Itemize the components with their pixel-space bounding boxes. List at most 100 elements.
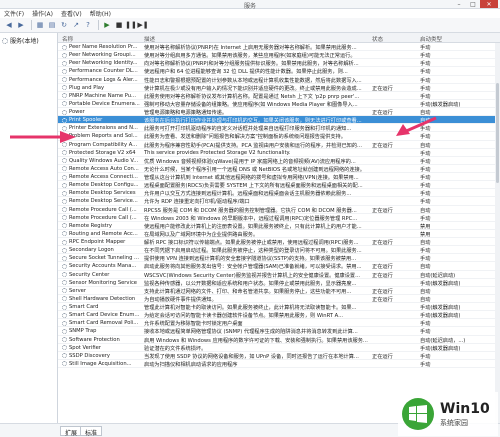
forward-icon[interactable]: ▶: [16, 20, 26, 30]
service-name: Performance Counter DL...: [69, 68, 138, 75]
service-description: 提供使用 VPN 连接到远程计算机的安全套接字隧道协议(SSTP)的支持。如果该…: [144, 256, 357, 263]
table-row[interactable]: Secure Socket Tunneling ... 提供使用 VPN 连接到远…: [58, 254, 500, 263]
scrollbar-thumb[interactable]: [496, 83, 499, 183]
stop-icon[interactable]: ■: [114, 20, 124, 30]
service-gear-icon: [62, 345, 67, 351]
service-gear-icon: [62, 52, 67, 58]
table-row[interactable]: Remote Desktop Services 允许用户以交互方式连接到远程计算机…: [58, 189, 500, 198]
service-startup-type: 自动: [420, 110, 431, 116]
service-description: RPCSS 服务是 COM 和 DCOM 服务器的服务控制管理器。它执行 COM…: [144, 207, 357, 214]
table-row[interactable]: Portable Device Enumera... 强制可移动大容量存储设备的组…: [58, 100, 500, 108]
pause-icon[interactable]: ❚❚: [125, 20, 137, 30]
table-row[interactable]: RPC Endpoint Mapper 解析 RPC 接口标识符以传输端点。如果此…: [58, 238, 500, 247]
table-row[interactable]: Power 管理电源策略和电源策略通知传递。 正在运行 自动: [58, 108, 500, 117]
service-gear-icon: [62, 158, 67, 164]
table-row[interactable]: Performance Counter DL... 使远程用户和 64 位进程能够…: [58, 67, 500, 76]
vertical-scrollbar[interactable]: [495, 43, 500, 423]
service-description: 接收本地或远程简单网络管理协议 (SNMP) 代理程序生成的陷阱消息并将消息转发…: [144, 329, 358, 336]
properties-icon[interactable]: ▤: [47, 20, 57, 30]
maximize-icon[interactable]: □: [466, 0, 480, 8]
table-row[interactable]: Quality Windows Audio V... 优质 Windows 音频视…: [58, 157, 500, 165]
table-row[interactable]: Security Center WSCSVC(Windows Security C…: [58, 271, 500, 279]
menu-view[interactable]: 查看(V): [61, 9, 82, 18]
back-icon[interactable]: ◀: [4, 20, 14, 30]
table-row[interactable]: Protected Storage V2 x64 This service pro…: [58, 149, 500, 157]
table-row[interactable]: SNMP Trap 接收本地或远程简单网络管理协议 (SNMP) 代理程序生成的陷…: [58, 327, 500, 336]
table-row[interactable]: Spot Verifier 验证潜在的文件系统损坏。 手动(触发器启动): [58, 344, 500, 352]
restart-icon[interactable]: ▶❚: [137, 20, 148, 30]
column-name[interactable]: 名称: [62, 35, 73, 43]
table-row[interactable]: Still Image Acquisition... 启动为扫描仪和相机启动请求的…: [58, 360, 500, 368]
table-row[interactable]: Security Accounts Mana... 启动此服务将向其他服务发出信号…: [58, 262, 500, 271]
close-icon[interactable]: ✕: [480, 0, 498, 8]
table-row[interactable]: Smart Card Removal Poli... 允许系统配置为移除智能卡时锁…: [58, 319, 500, 328]
column-status[interactable]: 状态: [372, 35, 383, 43]
table-row[interactable]: SSDP Discovery 当发现了使用 SSDP 协议的网络设备和服务，如 U…: [58, 352, 500, 360]
service-startup-type: 手动: [420, 77, 431, 84]
service-gear-icon: [62, 174, 67, 180]
menu-help[interactable]: 帮助(H): [90, 9, 111, 18]
table-row[interactable]: Remote Registry 使远程用户能修改此计算机上的注册表设置。如果此服务…: [58, 222, 500, 230]
export-icon[interactable]: ↗: [71, 20, 81, 30]
logo-subtitle: 系统家园: [440, 418, 468, 427]
service-name-cell: Shell Hardware Detection: [62, 296, 142, 302]
service-name: Remote Access Connecti...: [69, 174, 138, 180]
service-description: 该服务在后台执行打印作业并处理与打印机的交互。如果关闭该服务，则无法进行打印或查…: [144, 118, 362, 125]
service-gear-icon: [62, 231, 67, 237]
service-name: Security Accounts Mana...: [69, 263, 137, 270]
minimize-icon[interactable]: –: [452, 0, 466, 8]
annotation-arrow-left: [10, 131, 76, 143]
table-row[interactable]: Software Protection 启用 Windows 和 Windows …: [58, 336, 500, 344]
play-icon[interactable]: ▶: [102, 20, 112, 30]
console-tree-icon[interactable]: ▦: [35, 20, 45, 30]
help-icon[interactable]: ?: [83, 20, 93, 30]
table-row[interactable]: Shell Hardware Detection 为自动播放硬件事件提供通知。 正在…: [58, 295, 500, 303]
service-startup-type: 手动: [420, 199, 431, 206]
column-startup-type[interactable]: 启动类型: [420, 35, 442, 43]
service-gear-icon: [62, 312, 67, 318]
table-row[interactable]: Routing and Remote Acc... 在局域网以及广域网环境中为企业…: [58, 230, 500, 238]
table-row[interactable]: Peer Networking Identity... 向对等名称解析协议(PNR…: [58, 59, 500, 68]
tree-node-label: 服务(本地): [10, 38, 39, 45]
service-startup-type: 自动: [420, 142, 431, 149]
tab-standard[interactable]: 标准: [80, 426, 103, 437]
table-row[interactable]: Secondary Logon 在不同凭据下启用启动过程。如果此服务被停止，这种类…: [58, 246, 500, 255]
service-startup-type: 手动: [420, 61, 431, 68]
service-gear-icon: [62, 93, 67, 99]
toolbar: ◀ ▶ ▦ ▤ ↻ ↗ ? ▶ ■ ❚❚ ▶❚: [0, 18, 500, 33]
table-row[interactable]: Smart Card 管理此计算机对智能卡的取读访问。如果此服务被终止，此计算机将…: [58, 303, 500, 312]
service-startup-type: 手动(触发器启动): [420, 101, 461, 108]
table-row[interactable]: Peer Name Resolution Pr... 使用对等名称解析协议(PNR…: [58, 43, 500, 52]
service-name: Program Compatibility A...: [69, 141, 138, 148]
refresh-icon[interactable]: ↻: [59, 20, 69, 30]
tab-extended[interactable]: 扩展: [60, 426, 83, 437]
table-row[interactable]: Sensor Monitoring Service 监视各种传感器，以公开数据和适…: [58, 279, 500, 287]
service-description: 支持此计算机通过网络的文件、打印、和命名管道共享。如果服务停止，这些功能不可用.…: [144, 288, 352, 295]
tree-node-services-local[interactable]: 服务(本地): [0, 33, 57, 48]
menu-action[interactable]: 操作(A): [32, 9, 53, 18]
table-row[interactable]: Program Compatibility A... 此服务为程序兼容性助手(PC…: [58, 141, 500, 149]
service-name: Remote Desktop Services: [69, 190, 136, 197]
table-row[interactable]: Remote Desktop Configu... 远程桌面配置服务(RDCS)负…: [58, 181, 500, 190]
table-row[interactable]: Remote Desktop Service... 允许为 RDP 连接重定向打印…: [58, 197, 500, 206]
table-row[interactable]: Smart Card Device Enum... 为给定会话可访问的智能卡读卡器…: [58, 311, 500, 320]
table-row[interactable]: Plug and Play 使计算机在极少或没有用户输入的情况下能识别并适应硬件的…: [58, 84, 500, 92]
table-row[interactable]: Remote Access Auto Con... 无论什么时候，当某个程序引用一…: [58, 165, 500, 173]
column-description[interactable]: 描述: [144, 35, 155, 43]
menu-file[interactable]: 文件(F): [4, 9, 24, 18]
table-row[interactable]: Remote Procedure Call (... RPCSS 服务是 COM …: [58, 206, 500, 214]
service-name-cell: Security Accounts Mana...: [62, 263, 142, 269]
table-row[interactable]: Server 支持此计算机通过网络的文件、打印、和命名管道共享。如果服务停止，这些…: [58, 287, 500, 295]
table-row[interactable]: Remote Procedure Call (... 在 Windows 2003…: [58, 214, 500, 222]
service-name: Peer Name Resolution Pr...: [69, 44, 138, 50]
service-startup-type: 手动: [420, 166, 431, 173]
service-startup-type: 自动: [420, 288, 431, 295]
table-row[interactable]: PNRP Machine Name Pu... 此服务使用对等名称解析协议发布计算…: [58, 92, 500, 100]
table-row[interactable]: Remote Access Connecti... 管理从这台计算机到 Inter…: [58, 173, 500, 182]
table-row[interactable]: Performance Logs & Aler... 性能日志和警报根据预配置的计…: [58, 76, 500, 84]
table-row[interactable]: Peer Networking Groupi... 使用对等分组启用多方通信。如果…: [58, 51, 500, 60]
toolbar-separator: [31, 20, 32, 30]
service-gear-icon: [62, 239, 67, 245]
service-description: 为给定会话可访问的智能卡读卡器创建软件设备节点。如果禁用此服务，则 WinRT …: [144, 313, 344, 320]
toolbar-separator: [98, 20, 99, 30]
